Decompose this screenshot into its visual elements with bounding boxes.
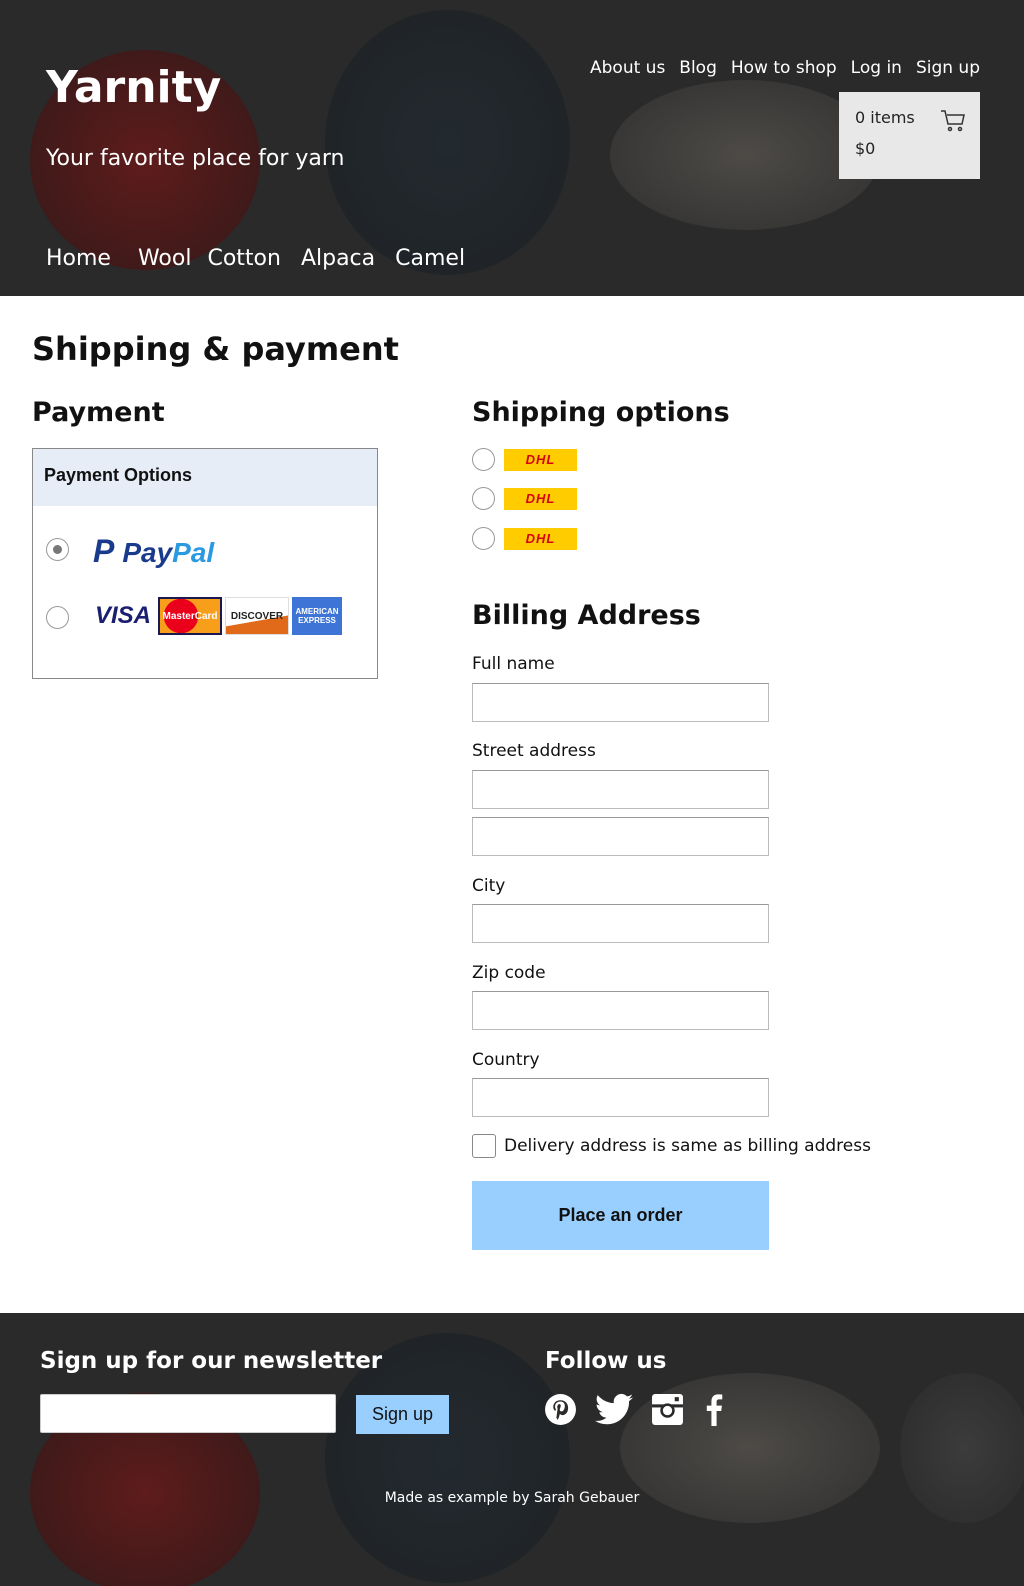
social-links — [544, 1393, 726, 1426]
cart-widget[interactable]: 0 items $0 — [839, 92, 980, 179]
follow-heading: Follow us — [545, 1348, 667, 1374]
same-address-checkbox[interactable] — [472, 1134, 496, 1158]
shipping-radio-2[interactable] — [472, 487, 495, 510]
tagline: Your favorite place for yarn — [46, 146, 345, 171]
street-input-1[interactable] — [472, 770, 769, 809]
street-label: Street address — [472, 741, 596, 761]
main-nav: Home Wool Cotton Alpaca Camel — [46, 246, 485, 271]
newsletter-signup-button[interactable]: Sign up — [356, 1395, 449, 1434]
mastercard-logo: MasterCard — [158, 597, 222, 635]
discover-logo: DISCOVER — [225, 597, 289, 635]
nav-how-to-shop[interactable]: How to shop — [731, 58, 837, 78]
page-title: Shipping & payment — [32, 330, 399, 368]
full-name-label: Full name — [472, 654, 555, 674]
shipping-radio-3[interactable] — [472, 527, 495, 550]
site-header: Yarnity Your favorite place for yarn Abo… — [0, 0, 1024, 296]
newsletter-email-input[interactable] — [40, 1394, 336, 1433]
footer-credit: Made as example by Sarah Gebauer — [384, 1490, 640, 1506]
dhl-logo: DHL — [504, 528, 577, 550]
nav-wool[interactable]: Wool — [138, 246, 192, 271]
newsletter-heading: Sign up for our newsletter — [40, 1348, 383, 1374]
nav-about-us[interactable]: About us — [590, 58, 665, 78]
city-input[interactable] — [472, 904, 769, 943]
cart-total: $0 — [855, 139, 876, 158]
country-label: Country — [472, 1050, 540, 1070]
amex-logo: AMERICAN EXPRESS — [292, 597, 342, 635]
nav-sign-up[interactable]: Sign up — [916, 58, 980, 78]
dhl-logo: DHL — [504, 449, 577, 471]
nav-cotton[interactable]: Cotton — [207, 246, 280, 271]
nav-blog[interactable]: Blog — [679, 58, 717, 78]
billing-heading: Billing Address — [472, 600, 701, 631]
visa-logo: VISA — [94, 602, 151, 629]
street-input-2[interactable] — [472, 817, 769, 856]
top-nav: About us Blog How to shop Log in Sign up — [590, 58, 980, 78]
facebook-icon[interactable] — [702, 1393, 726, 1426]
nav-camel[interactable]: Camel — [395, 246, 465, 271]
shipping-radio-1[interactable] — [472, 448, 495, 471]
yarn-image — [325, 10, 570, 275]
zip-label: Zip code — [472, 963, 546, 983]
shipping-heading: Shipping options — [472, 397, 730, 428]
country-input[interactable] — [472, 1078, 769, 1117]
paypal-logo[interactable]: P PayPal — [93, 533, 214, 570]
full-name-input[interactable] — [472, 683, 769, 722]
payment-options-box: Payment Options P PayPal VISA MasterCard … — [32, 448, 378, 679]
payment-options-title: Payment Options — [33, 449, 377, 506]
zip-input[interactable] — [472, 991, 769, 1030]
nav-alpaca[interactable]: Alpaca — [301, 246, 375, 271]
payment-heading: Payment — [32, 397, 165, 428]
twitter-icon[interactable] — [595, 1393, 633, 1426]
instagram-icon[interactable] — [651, 1393, 684, 1426]
place-order-button[interactable]: Place an order — [472, 1181, 769, 1250]
cart-icon — [941, 110, 965, 132]
card-radio[interactable] — [46, 606, 69, 629]
card-logos[interactable]: VISA MasterCard DISCOVER AMERICAN EXPRES… — [91, 597, 342, 635]
nav-home[interactable]: Home — [46, 246, 111, 271]
same-address-label: Delivery address is same as billing addr… — [504, 1136, 871, 1156]
logo[interactable]: Yarnity — [46, 62, 221, 113]
paypal-radio[interactable] — [46, 538, 69, 561]
dhl-logo: DHL — [504, 488, 577, 510]
city-label: City — [472, 876, 506, 896]
nav-log-in[interactable]: Log in — [851, 58, 902, 78]
pinterest-icon[interactable] — [544, 1393, 577, 1426]
